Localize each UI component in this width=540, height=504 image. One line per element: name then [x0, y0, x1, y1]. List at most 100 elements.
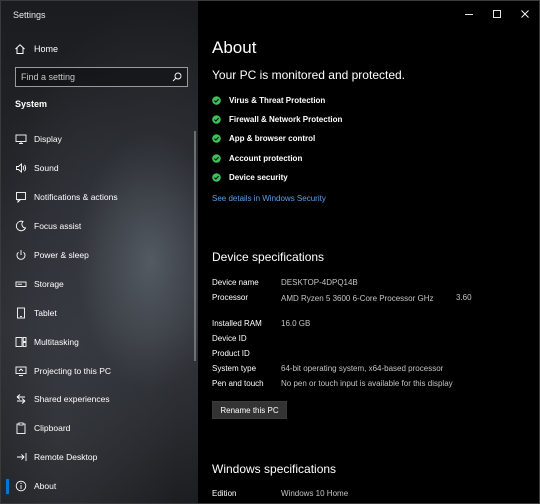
spec-value: 16.0 GB: [281, 319, 311, 328]
spec-row-installed-ram: Installed RAM 16.0 GB: [212, 319, 310, 328]
device-specs-heading: Device specifications: [212, 250, 325, 264]
sidebar-item-label: Projecting to this PC: [34, 365, 112, 376]
sidebar-nav: Display Sound Notifications & actions Fo…: [1, 125, 198, 501]
security-item-label: Firewall & Network Protection: [229, 115, 343, 125]
notifications-icon: [15, 191, 27, 204]
sidebar-item-shared-experiences[interactable]: Shared experiences: [1, 385, 198, 414]
sound-icon: [15, 162, 27, 174]
sidebar-item-tablet[interactable]: Tablet: [1, 298, 198, 327]
sidebar-item-label: Remote Desktop: [34, 452, 98, 463]
spec-value: Windows 10 Home: [281, 489, 349, 498]
sidebar: Settings Home System Display Sound: [1, 1, 198, 503]
spec-value-speed: 3.60: [456, 293, 472, 302]
sidebar-item-about[interactable]: About: [1, 472, 198, 501]
sidebar-item-focus-assist[interactable]: Focus assist: [1, 212, 198, 241]
display-icon: [15, 133, 27, 145]
spec-value: No pen or touch input is available for t…: [281, 379, 453, 388]
close-button[interactable]: [511, 1, 539, 27]
sidebar-item-label: Shared experiences: [34, 394, 110, 405]
spec-row-pen-touch: Pen and touch No pen or touch input is a…: [212, 379, 453, 388]
spec-key: Pen and touch: [212, 379, 264, 388]
security-item-label: Account protection: [229, 153, 303, 163]
app-title: Settings: [13, 10, 46, 20]
protection-heading: Your PC is monitored and protected.: [212, 68, 406, 82]
check-circle-icon: [212, 153, 221, 163]
check-circle-icon: [212, 134, 221, 144]
sidebar-item-display[interactable]: Display: [1, 125, 198, 154]
security-list: Virus & Threat Protection Firewall & Net…: [212, 91, 342, 187]
search-input[interactable]: [21, 72, 172, 82]
sidebar-item-label: Focus assist: [34, 221, 82, 232]
sidebar-item-sound[interactable]: Sound: [1, 154, 198, 183]
about-icon: [15, 480, 27, 492]
power-icon: [15, 249, 27, 261]
security-item-label: App & browser control: [229, 134, 316, 144]
security-item: Device security: [212, 168, 342, 187]
settings-window: Settings Home System Display Sound: [0, 0, 540, 504]
spec-value: AMD Ryzen 5 3600 6-Core Processor GHz: [281, 294, 434, 303]
remote-desktop-icon: [15, 451, 27, 463]
spec-key: Device name: [212, 278, 259, 287]
sidebar-item-projecting[interactable]: Projecting to this PC: [1, 356, 198, 385]
home-nav-item[interactable]: Home: [13, 41, 58, 57]
sidebar-item-label: Storage: [34, 278, 64, 289]
search-box[interactable]: [15, 67, 188, 87]
security-item: Virus & Threat Protection: [212, 91, 342, 110]
security-item-label: Device security: [229, 172, 288, 182]
spec-value: DESKTOP-4DPQ14B: [281, 278, 358, 287]
windows-security-link[interactable]: See details in Windows Security: [212, 194, 326, 203]
sidebar-item-storage[interactable]: Storage: [1, 269, 198, 298]
tablet-icon: [15, 307, 27, 319]
spec-value: 64-bit operating system, x64-based proce…: [281, 364, 444, 373]
spec-row-device-id: Device ID: [212, 334, 281, 343]
spec-row-product-id: Product ID: [212, 349, 281, 358]
search-icon[interactable]: [172, 72, 182, 82]
sidebar-item-label: Power & sleep: [34, 250, 89, 260]
shared-experiences-icon: [15, 393, 27, 405]
check-circle-icon: [212, 96, 221, 105]
sidebar-item-label: Clipboard: [34, 423, 71, 434]
sidebar-item-multitasking[interactable]: Multitasking: [1, 327, 198, 356]
sidebar-scrollbar[interactable]: [194, 131, 196, 361]
home-icon: [13, 42, 27, 56]
home-label: Home: [34, 44, 59, 54]
security-item: Firewall & Network Protection: [212, 110, 342, 129]
spec-key: Installed RAM: [212, 319, 262, 328]
maximize-icon: [493, 10, 501, 18]
spec-key: Device ID: [212, 334, 247, 343]
check-circle-icon: [212, 173, 221, 182]
focus-assist-icon: [15, 220, 27, 232]
sidebar-item-power-sleep[interactable]: Power & sleep: [1, 241, 198, 270]
windows-specs-heading: Windows specifications: [212, 462, 337, 476]
storage-icon: [15, 278, 27, 290]
spec-key: Product ID: [212, 349, 250, 358]
maximize-button[interactable]: [483, 1, 511, 27]
check-circle-icon: [212, 115, 221, 125]
spec-key: Processor: [212, 293, 249, 302]
projecting-icon: [15, 365, 27, 377]
sidebar-item-label: Sound: [34, 163, 59, 174]
spec-row-edition: Edition Windows 10 Home: [212, 489, 348, 498]
spec-row-processor: Processor AMD Ryzen 5 3600 6-Core Proces…: [212, 293, 472, 305]
page-title: About: [212, 38, 257, 57]
spec-key: System type: [212, 364, 257, 373]
multitasking-icon: [15, 336, 27, 348]
sidebar-item-remote-desktop[interactable]: Remote Desktop: [1, 443, 198, 472]
sidebar-item-label: Notifications & actions: [34, 192, 118, 203]
security-item: Account protection: [212, 149, 342, 168]
security-item: App & browser control: [212, 129, 342, 148]
window-controls: [455, 1, 539, 27]
sidebar-item-notifications[interactable]: Notifications & actions: [1, 183, 198, 212]
sidebar-item-label: Multitasking: [34, 336, 79, 347]
spec-key: Edition: [212, 489, 237, 498]
sidebar-item-label: Tablet: [34, 307, 57, 318]
sidebar-item-label: About: [34, 481, 57, 492]
clipboard-icon: [15, 422, 27, 435]
security-item-label: Virus & Threat Protection: [229, 96, 326, 106]
spec-row-system-type: System type 64-bit operating system, x64…: [212, 364, 443, 373]
sidebar-item-clipboard[interactable]: Clipboard: [1, 414, 198, 443]
minimize-icon: [465, 14, 473, 15]
rename-pc-button[interactable]: Rename this PC: [212, 401, 287, 419]
minimize-button[interactable]: [455, 1, 483, 27]
section-title: System: [15, 99, 48, 109]
